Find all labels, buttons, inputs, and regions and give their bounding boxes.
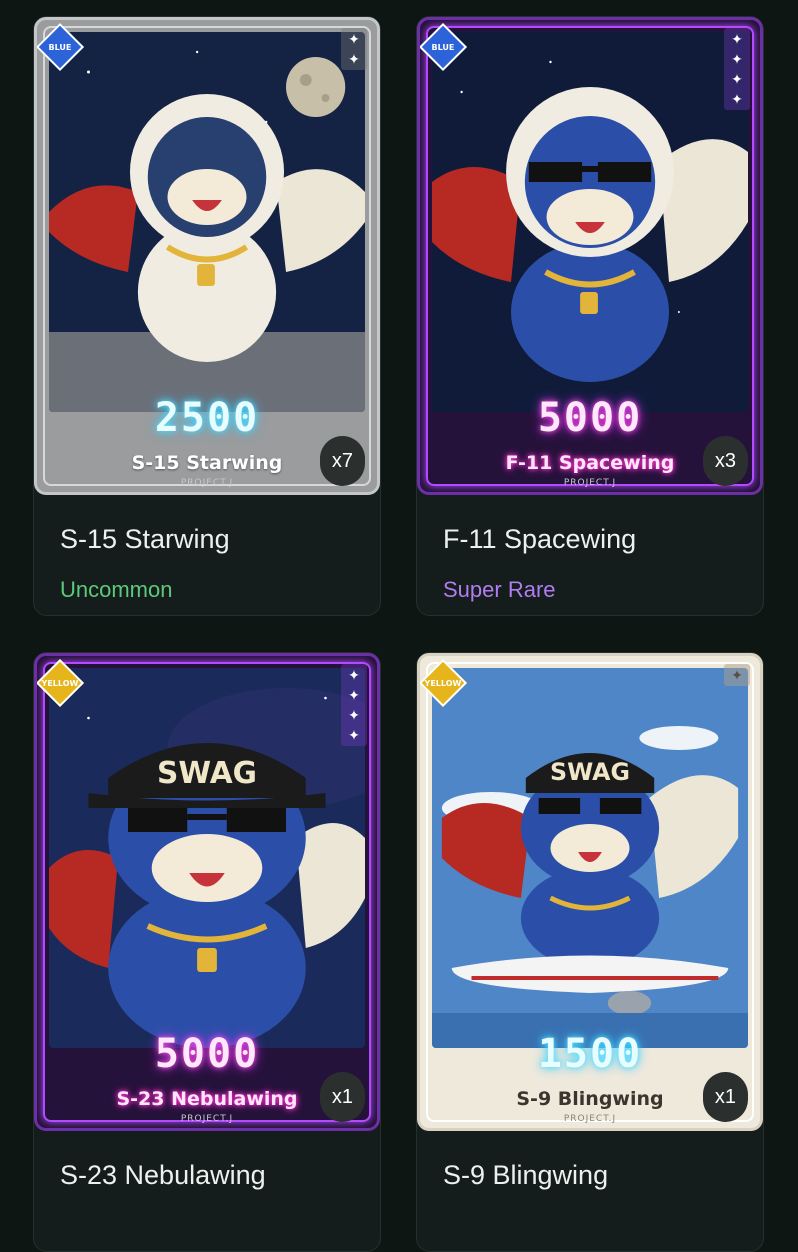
card-points: 5000 <box>154 1031 260 1077</box>
rarity-label: Super Rare <box>443 577 556 602</box>
star-icon: ✦ <box>348 667 360 683</box>
quantity-badge: x1 <box>319 1072 365 1122</box>
quantity-badge: x1 <box>702 1072 748 1122</box>
star-rank: ✦ <box>724 664 750 686</box>
star-icon: ✦ <box>348 51 360 67</box>
star-icon: ✦ <box>731 667 743 683</box>
card-title: S-23 Nebulawing <box>60 1160 266 1190</box>
card-points: 1500 <box>537 1031 643 1077</box>
card-points: 2500 <box>154 395 260 441</box>
card-title: S-9 Blingwing <box>443 1160 609 1190</box>
star-rank: ✦ ✦ ✦ ✦ <box>724 28 750 110</box>
nft-card-tile[interactable]: SWAG YELLOW ✦ 1500 S-9 Blingwing PROJECT… <box>416 652 764 1252</box>
star-icon: ✦ <box>348 687 360 703</box>
svg-text:SWAG: SWAG <box>157 756 257 791</box>
card-illustration <box>49 32 365 412</box>
card-artwork: SWAG YELLOW ✦ ✦ ✦ ✦ 5000 S-23 Nebulawing… <box>34 653 380 1131</box>
star-icon: ✦ <box>731 31 743 47</box>
card-illustration <box>432 32 748 412</box>
card-artwork: SWAG YELLOW ✦ 1500 S-9 Blingwing PROJECT… <box>417 653 763 1131</box>
card-artwork: BLUE ✦ ✦ ✦ ✦ 5000 F-11 Spacewing PROJECT… <box>417 17 763 495</box>
star-icon: ✦ <box>348 707 360 723</box>
card-title: F-11 Spacewing <box>443 524 637 554</box>
card-illustration: SWAG <box>432 668 748 1048</box>
card-illustration: SWAG <box>49 668 365 1048</box>
card-artwork: BLUE ✦ ✦ 2500 S-15 Starwing PROJECT.J x7 <box>34 17 380 495</box>
star-rank: ✦ ✦ <box>341 28 367 70</box>
rarity-label: Uncommon <box>60 577 173 602</box>
star-icon: ✦ <box>348 31 360 47</box>
star-icon: ✦ <box>731 71 743 87</box>
star-icon: ✦ <box>731 51 743 67</box>
quantity-badge: x3 <box>702 436 748 486</box>
nft-card-tile[interactable]: BLUE ✦ ✦ ✦ ✦ 5000 F-11 Spacewing PROJECT… <box>416 16 764 616</box>
star-icon: ✦ <box>348 727 360 743</box>
star-rank: ✦ ✦ ✦ ✦ <box>341 664 367 746</box>
quantity-badge: x7 <box>319 436 365 486</box>
card-points: 5000 <box>537 395 643 441</box>
star-icon: ✦ <box>731 91 743 107</box>
svg-text:SWAG: SWAG <box>550 758 630 786</box>
nft-card-tile[interactable]: SWAG YELLOW ✦ ✦ ✦ ✦ 5000 S-23 Nebulawing… <box>33 652 381 1252</box>
nft-card-tile[interactable]: BLUE ✦ ✦ 2500 S-15 Starwing PROJECT.J x7… <box>33 16 381 616</box>
card-title: S-15 Starwing <box>60 524 230 554</box>
